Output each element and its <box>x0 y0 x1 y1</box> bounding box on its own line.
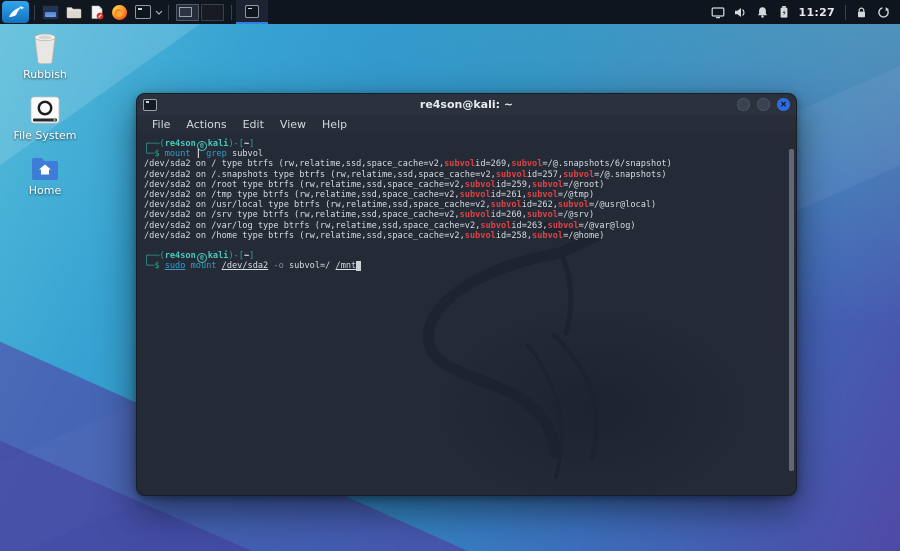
terminal-launcher[interactable] <box>131 0 154 24</box>
workspace-2[interactable] <box>201 4 224 21</box>
trash-icon <box>27 30 63 66</box>
menu-view[interactable]: View <box>273 117 313 132</box>
lock-icon <box>855 6 868 19</box>
file-manager-icon <box>66 5 82 19</box>
menu-help[interactable]: Help <box>315 117 354 132</box>
logout-button[interactable] <box>872 0 894 24</box>
terminal-output: ┌──(re4son@kali)-[~]└─$ mount | grep sub… <box>144 139 782 271</box>
panel-separator <box>34 5 35 20</box>
window-title: re4son@kali: ~ <box>137 98 796 111</box>
logout-icon <box>876 6 890 19</box>
app-window-launcher[interactable] <box>39 0 62 24</box>
volume-tray[interactable] <box>729 0 751 24</box>
firefox-icon <box>112 5 127 20</box>
battery-tray[interactable] <box>773 0 795 24</box>
menu-edit[interactable]: Edit <box>236 117 271 132</box>
firefox-launcher[interactable] <box>108 0 131 24</box>
terminal-icon <box>245 5 259 18</box>
volume-icon <box>733 6 747 19</box>
panel-separator <box>845 5 846 20</box>
desktop-icon-home[interactable]: Home <box>8 156 82 197</box>
display-icon <box>711 6 725 19</box>
notifications-icon <box>756 6 769 19</box>
menu-file[interactable]: File <box>145 117 177 132</box>
scrollbar[interactable] <box>788 135 794 493</box>
desktop: 11:27 Rubbish <box>0 0 900 551</box>
maximize-button[interactable] <box>757 98 770 111</box>
battery-icon <box>778 5 790 19</box>
text-editor-launcher[interactable] <box>85 0 108 24</box>
terminal-window: re4son@kali: ~ ✕ File Actions Edit View … <box>136 93 797 496</box>
titlebar[interactable]: re4son@kali: ~ ✕ <box>137 94 796 115</box>
desktop-icon-label: File System <box>14 130 77 142</box>
terminal-icon <box>135 5 151 19</box>
top-panel: 11:27 <box>0 0 900 24</box>
desktop-icon-file-system[interactable]: File System <box>8 95 82 142</box>
workspace-1[interactable] <box>176 4 199 21</box>
lock-screen-button[interactable] <box>850 0 872 24</box>
workspace-switcher[interactable] <box>176 4 224 21</box>
notifications-tray[interactable] <box>751 0 773 24</box>
menu-actions[interactable]: Actions <box>179 117 233 132</box>
terminal-window-icon <box>143 99 157 111</box>
desktop-icon-rubbish[interactable]: Rubbish <box>8 30 82 81</box>
desktop-icon-label: Rubbish <box>23 69 67 81</box>
menubar: File Actions Edit View Help <box>137 115 796 133</box>
panel-separator <box>231 5 232 20</box>
desktop-icon-label: Home <box>29 185 61 197</box>
kali-logo-icon <box>7 4 24 20</box>
terminal-content[interactable]: ┌──(re4son@kali)-[~]└─$ mount | grep sub… <box>137 133 796 495</box>
display-settings-tray[interactable] <box>707 0 729 24</box>
text-editor-icon <box>89 5 105 20</box>
watermark-shadow <box>427 303 757 495</box>
panel-separator <box>168 5 169 20</box>
desktop-icons: Rubbish File System Home <box>8 30 82 211</box>
home-folder-icon <box>29 156 61 182</box>
hard-drive-icon <box>27 95 63 127</box>
minimize-button[interactable] <box>737 98 750 111</box>
chevron-down-icon[interactable] <box>154 0 164 24</box>
applications-menu-button[interactable] <box>2 1 29 23</box>
app-window-icon <box>42 5 59 20</box>
close-button[interactable]: ✕ <box>777 98 790 111</box>
clock[interactable]: 11:27 <box>798 6 835 19</box>
scrollbar-thumb[interactable] <box>789 149 794 471</box>
file-manager-launcher[interactable] <box>62 0 85 24</box>
taskbar-window-terminal[interactable] <box>236 0 268 24</box>
